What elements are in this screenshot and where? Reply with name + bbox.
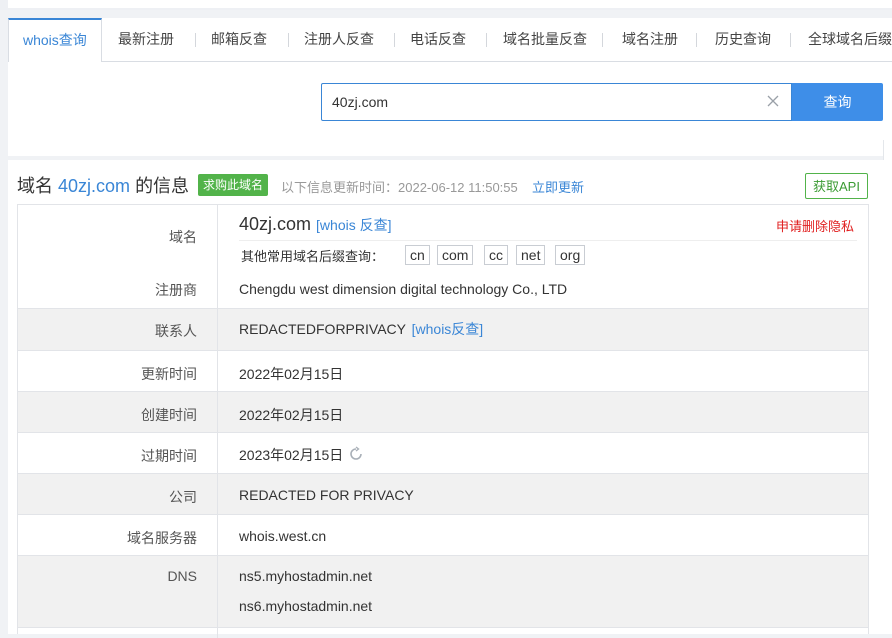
label-updated: 更新时间: [141, 366, 197, 382]
tab-latest-registration[interactable]: 最新注册: [118, 18, 174, 61]
suffix-org[interactable]: org: [555, 245, 586, 265]
domain-whois-link[interactable]: [whois 反查]: [316, 217, 391, 233]
row-company: 公司 REDACTED FOR PRIVACY: [18, 474, 868, 515]
dns-value-1: ns5.myhostadmin.net: [239, 568, 373, 584]
row-whois-server: 域名服务器 whois.west.cn: [18, 515, 868, 556]
registrar-value: Chengdu west dimension digital technolog…: [239, 281, 568, 297]
whois-table: 域名 40zj.com [whois 反查] 申请删除隐私 其他常用域名后缀查询…: [17, 204, 869, 638]
row-updated: 更新时间 2022年02月15日: [18, 351, 868, 392]
suffix-cn[interactable]: cn: [405, 245, 430, 265]
search-box: [321, 83, 792, 121]
label-domain: 域名: [169, 229, 197, 245]
page-title: 域名 40zj.com 的信息: [17, 172, 189, 198]
updated-value: 2022年02月15日: [239, 366, 344, 382]
contact-whois-link[interactable]: [whois反查]: [412, 321, 484, 337]
search-input[interactable]: [332, 84, 752, 120]
tab-registrant-reverse[interactable]: 注册人反查: [304, 18, 374, 61]
tab-whois[interactable]: whois查询: [8, 18, 102, 62]
label-whois-server: 域名服务器: [127, 530, 197, 546]
tab-history[interactable]: 历史查询: [715, 18, 771, 61]
search-button[interactable]: 查询: [792, 83, 883, 121]
top-strip: [0, 0, 892, 10]
delete-privacy-link[interactable]: 申请删除隐私: [776, 216, 854, 235]
domain-value: 40zj.com: [239, 214, 312, 234]
label-expires: 过期时间: [141, 448, 197, 464]
row-contact: 联系人 REDACTEDFORPRIVACY [whois反查]: [18, 309, 868, 351]
title-domain: 40zj.com: [58, 176, 131, 196]
tab-batch-reverse[interactable]: 域名批量反查: [503, 18, 587, 61]
label-created: 创建时间: [141, 407, 197, 423]
contact-value: REDACTEDFORPRIVACY: [239, 321, 406, 337]
suffix-net[interactable]: net: [516, 245, 546, 265]
label-company: 公司: [169, 489, 197, 505]
row-next: [18, 628, 868, 638]
company-value: REDACTED FOR PRIVACY: [239, 487, 414, 503]
whois-result-panel: 域名 40zj.com 的信息 求购此域名 以下信息更新时间：2022-06-1…: [8, 160, 884, 638]
title-prefix: 域名: [17, 176, 53, 196]
tab-global-suffix[interactable]: 全球域名后缀: [808, 18, 892, 61]
refresh-icon[interactable]: [348, 446, 364, 462]
row-created: 创建时间 2022年02月15日: [18, 392, 868, 433]
suffix-label: 其他常用域名后缀查询：: [241, 249, 385, 264]
title-suffix: 的信息: [135, 176, 190, 196]
tab-phone-reverse[interactable]: 电话反查: [410, 18, 466, 61]
label-registrar: 注册商: [155, 282, 197, 298]
label-dns: DNS: [167, 568, 197, 584]
row-expires: 过期时间 2023年02月15日: [18, 433, 868, 474]
nav-tabs: whois查询 最新注册 邮箱反查 注册人反查 电话反查 域名批量反查 域名注册…: [8, 18, 892, 62]
get-api-button[interactable]: 获取API: [805, 173, 868, 199]
whois-server-value: whois.west.cn: [239, 528, 327, 544]
row-domain: 域名 40zj.com [whois 反查] 申请删除隐私 其他常用域名后缀查询…: [18, 205, 868, 309]
expires-value: 2023年02月15日: [239, 447, 344, 463]
dns-value-2: ns6.myhostadmin.net: [239, 598, 373, 614]
update-time: 以下信息更新时间：2022-06-12 11:50:55: [281, 180, 518, 195]
right-column: [883, 140, 892, 634]
tab-domain-register[interactable]: 域名注册: [622, 18, 678, 61]
row-dns: DNS ns5.myhostadmin.net ns6.myhostadmin.…: [18, 556, 868, 628]
label-contact: 联系人: [155, 323, 197, 339]
suffix-com[interactable]: com: [437, 245, 474, 265]
update-now-link[interactable]: 立即更新: [532, 177, 584, 196]
created-value: 2022年02月15日: [239, 407, 344, 423]
clear-icon[interactable]: [765, 93, 781, 109]
tab-email-reverse[interactable]: 邮箱反查: [211, 18, 267, 61]
search-panel: whois查询 最新注册 邮箱反查 注册人反查 电话反查 域名批量反查 域名注册…: [8, 18, 892, 156]
suffix-cc[interactable]: cc: [484, 245, 508, 265]
buy-domain-button[interactable]: 求购此域名: [198, 174, 269, 196]
